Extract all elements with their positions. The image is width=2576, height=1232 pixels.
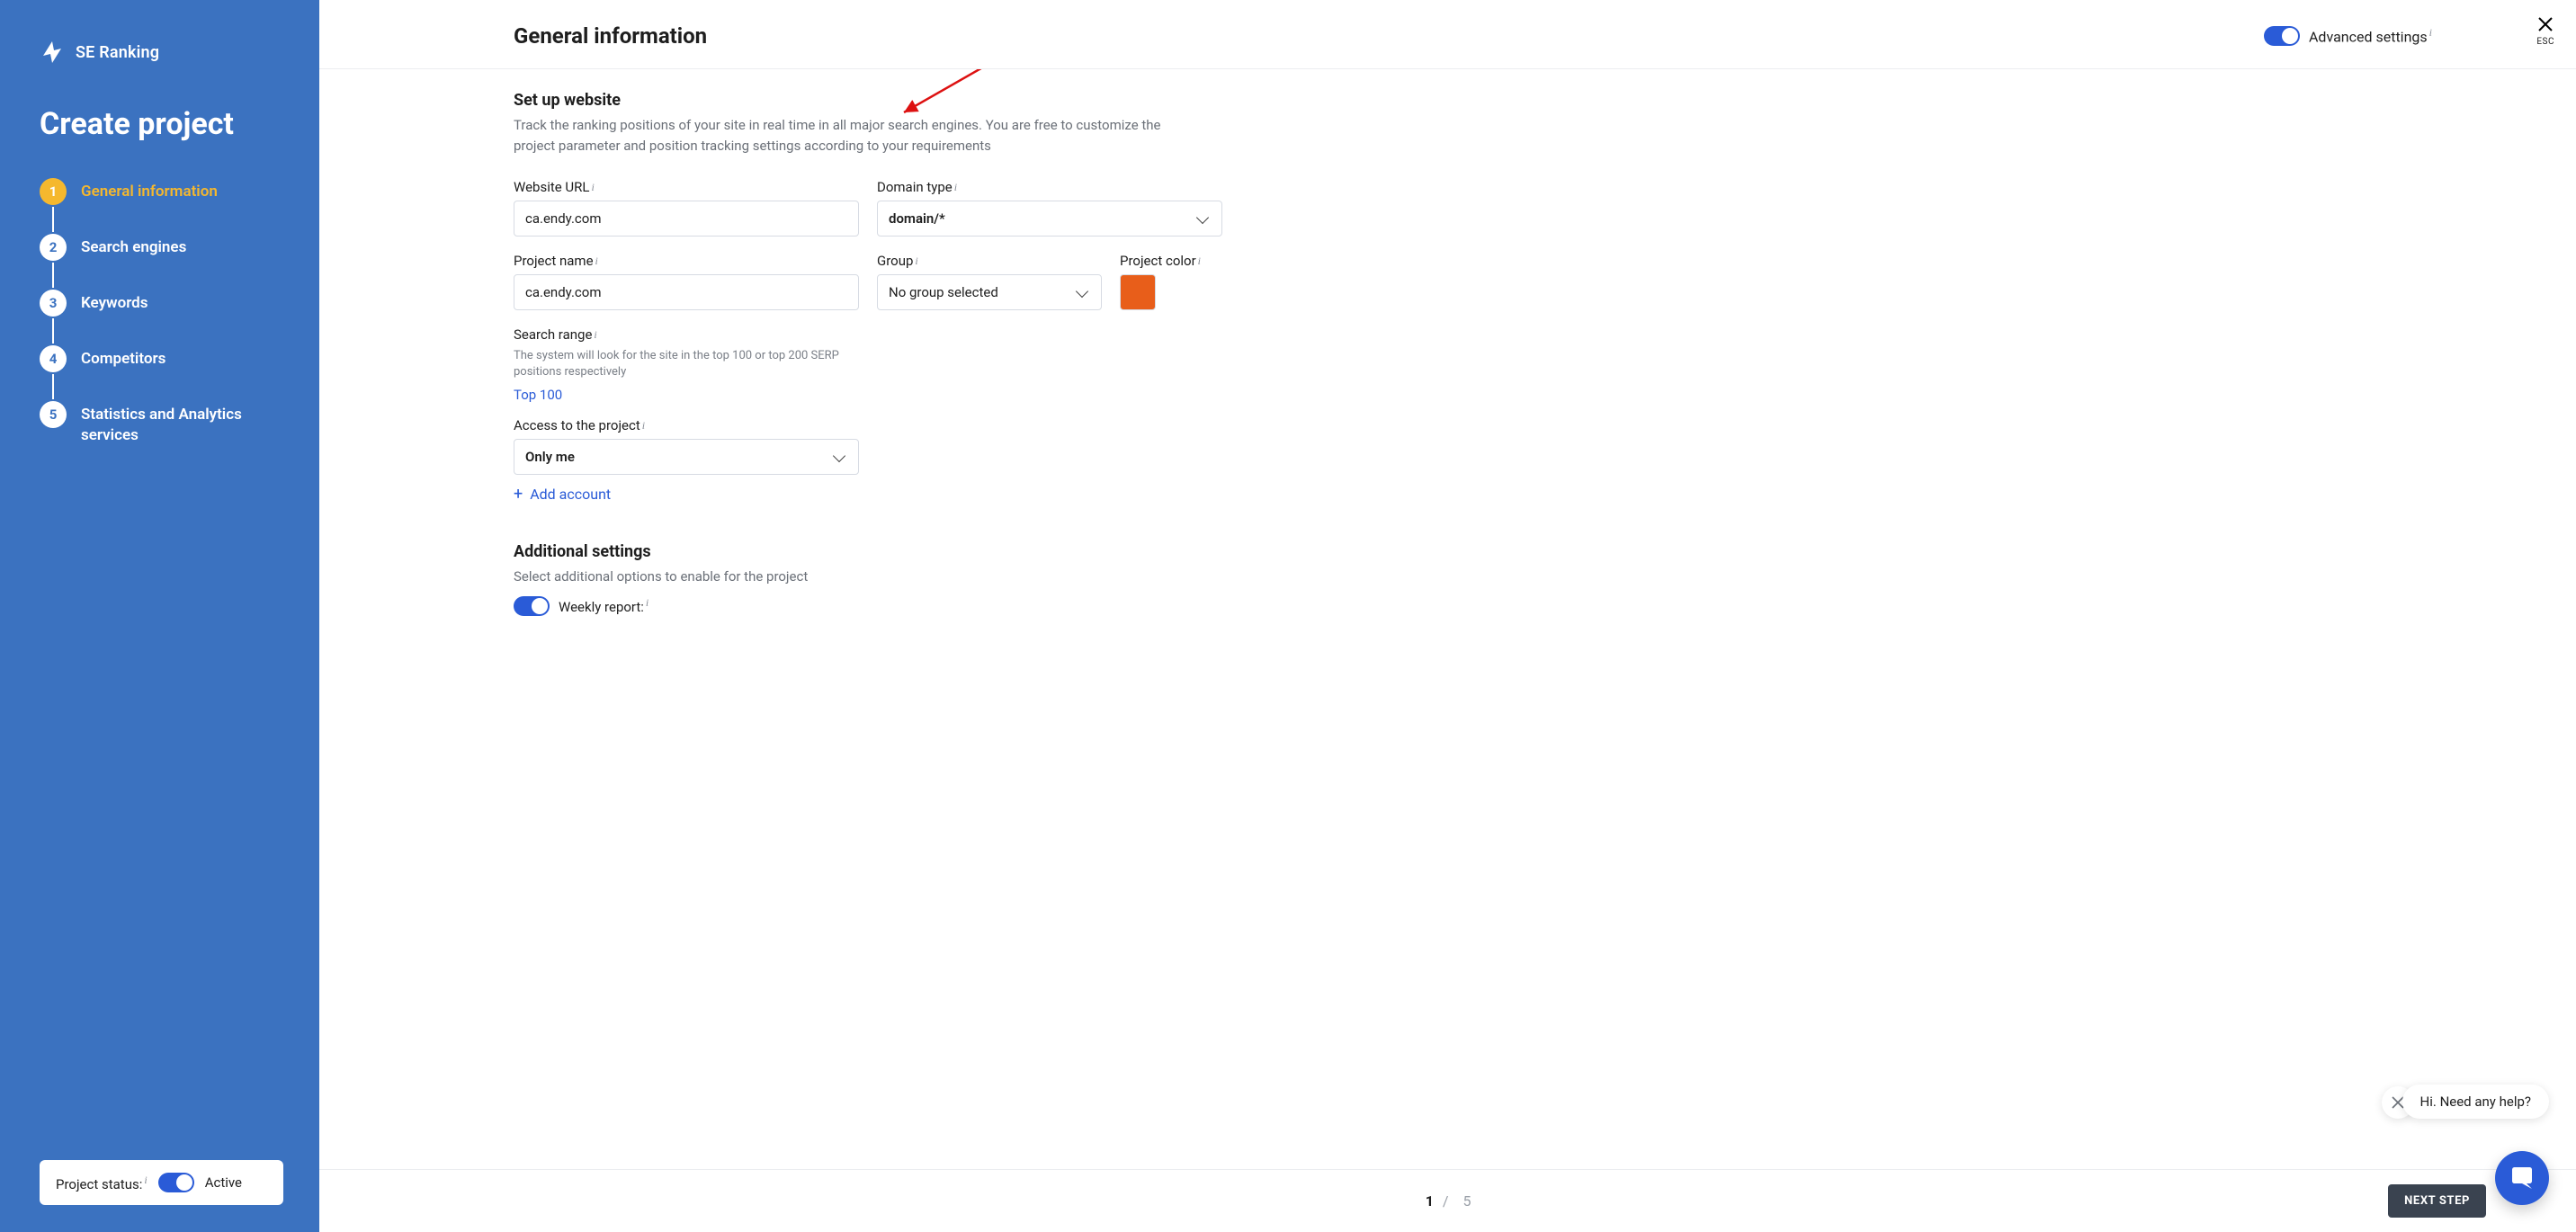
website-url-label: Website URLi <box>514 179 859 195</box>
domain-type-select[interactable]: domain/* <box>877 201 1222 237</box>
weekly-report-toggle[interactable] <box>514 596 550 616</box>
group-select[interactable]: No group selected <box>877 274 1102 310</box>
weekly-report-row: Weekly report:i <box>514 596 2486 616</box>
step-label: General information <box>81 178 218 202</box>
step-search-engines[interactable]: 2 Search engines <box>40 234 283 261</box>
advanced-settings-label: Advanced settingsi <box>2309 26 2432 45</box>
info-icon: i <box>1198 254 1201 268</box>
help-bubble: Hi. Need any help? <box>2402 1085 2549 1119</box>
chevron-down-icon <box>1076 284 1088 297</box>
plus-icon: + <box>514 487 523 503</box>
domain-type-value: domain/* <box>889 210 945 227</box>
pager-total: 5 <box>1462 1192 1471 1210</box>
step-number: 4 <box>40 345 67 372</box>
step-label: Search engines <box>81 234 186 258</box>
step-connector <box>52 207 54 232</box>
close-hint: ESC <box>2536 37 2554 47</box>
step-competitors[interactable]: 4 Competitors <box>40 345 283 372</box>
info-icon: i <box>646 596 648 609</box>
project-status-value: Active <box>205 1174 242 1191</box>
step-connector <box>52 374 54 399</box>
step-number: 5 <box>40 401 67 428</box>
section-additional-subtitle: Select additional options to enable for … <box>514 567 1197 587</box>
add-account-label: Add account <box>530 486 611 503</box>
access-value: Only me <box>525 449 575 465</box>
pager-current: 1 <box>1426 1192 1434 1210</box>
close-button[interactable]: ESC <box>2536 16 2554 47</box>
project-status-toggle[interactable] <box>158 1173 194 1192</box>
info-icon: i <box>594 328 596 342</box>
info-icon: i <box>144 1174 147 1186</box>
advanced-settings-control: Advanced settingsi <box>2264 26 2432 46</box>
project-name-label: Project namei <box>514 253 859 269</box>
website-url-input[interactable] <box>514 201 859 237</box>
step-label: Keywords <box>81 290 148 314</box>
chevron-down-icon <box>833 450 845 462</box>
project-name-input[interactable] <box>514 274 859 310</box>
project-status-label: Project status:i <box>56 1174 148 1192</box>
search-range-label: Search rangei <box>514 326 2486 343</box>
close-icon <box>2536 16 2554 35</box>
sidebar: SE Ranking Create project 1 General info… <box>0 0 319 1232</box>
add-account-link[interactable]: + Add account <box>514 486 2486 503</box>
access-select[interactable]: Only me <box>514 439 859 475</box>
project-status-card: Project status:i Active <box>40 1160 283 1205</box>
step-number: 1 <box>40 178 67 205</box>
step-label: Competitors <box>81 345 165 370</box>
info-icon: i <box>591 181 594 194</box>
step-number: 3 <box>40 290 67 317</box>
group-label: Groupi <box>877 253 1102 269</box>
page-title: General information <box>514 23 707 49</box>
brand-logo: SE Ranking <box>40 40 283 65</box>
annotation-arrow-left <box>319 69 328 129</box>
main: ESC General information Advanced setting… <box>319 0 2576 1232</box>
access-label: Access to the projecti <box>514 417 2486 433</box>
group-value: No group selected <box>889 284 998 300</box>
chat-icon <box>2509 1165 2536 1192</box>
content: Set up website Track the ranking positio… <box>319 69 2576 1169</box>
step-connector <box>52 263 54 288</box>
section-setup-subtitle: Track the ranking positions of your site… <box>514 115 1197 156</box>
help-bubble-text: Hi. Need any help? <box>2420 1094 2531 1110</box>
step-general-information[interactable]: 1 General information <box>40 178 283 205</box>
section-setup-title: Set up website <box>514 91 2486 110</box>
info-icon: i <box>642 419 645 433</box>
pager: 1 / 5 <box>1426 1192 1477 1210</box>
info-icon: i <box>595 254 598 268</box>
info-icon: i <box>954 181 957 194</box>
search-range-note: The system will look for the site in the… <box>514 348 855 380</box>
section-additional-title: Additional settings <box>514 542 2486 561</box>
info-icon: i <box>915 254 917 268</box>
pager-separator: / <box>1443 1192 1449 1210</box>
brand-logo-icon <box>40 40 65 65</box>
advanced-settings-toggle[interactable] <box>2264 26 2300 46</box>
project-color-swatch[interactable] <box>1120 274 1156 310</box>
info-icon: i <box>2429 26 2432 39</box>
search-range-link[interactable]: Top 100 <box>514 387 562 403</box>
app-root: SE Ranking Create project 1 General info… <box>0 0 2576 1232</box>
form-row: Website URLi Domain typei domain/* <box>514 179 2486 237</box>
step-label: Statistics and Analytics services <box>81 401 261 446</box>
page-header: General information Advanced settingsi <box>319 0 2576 69</box>
project-color-label: Project colori <box>1120 253 1219 269</box>
sidebar-title: Create project <box>40 106 283 142</box>
step-number: 2 <box>40 234 67 261</box>
step-statistics-analytics[interactable]: 5 Statistics and Analytics services <box>40 401 283 446</box>
chevron-down-icon <box>1196 210 1209 223</box>
step-keywords[interactable]: 3 Keywords <box>40 290 283 317</box>
domain-type-label: Domain typei <box>877 179 1222 195</box>
step-connector <box>52 318 54 344</box>
chat-button[interactable] <box>2495 1151 2549 1205</box>
weekly-report-label: Weekly report:i <box>559 596 648 615</box>
form-row: Project namei Groupi No group selected <box>514 253 2486 310</box>
wizard-steps: 1 General information 2 Search engines 3… <box>40 178 283 446</box>
brand-name: SE Ranking <box>76 43 159 62</box>
next-step-button[interactable]: NEXT STEP <box>2388 1184 2486 1218</box>
footer: 1 / 5 NEXT STEP <box>319 1169 2576 1232</box>
